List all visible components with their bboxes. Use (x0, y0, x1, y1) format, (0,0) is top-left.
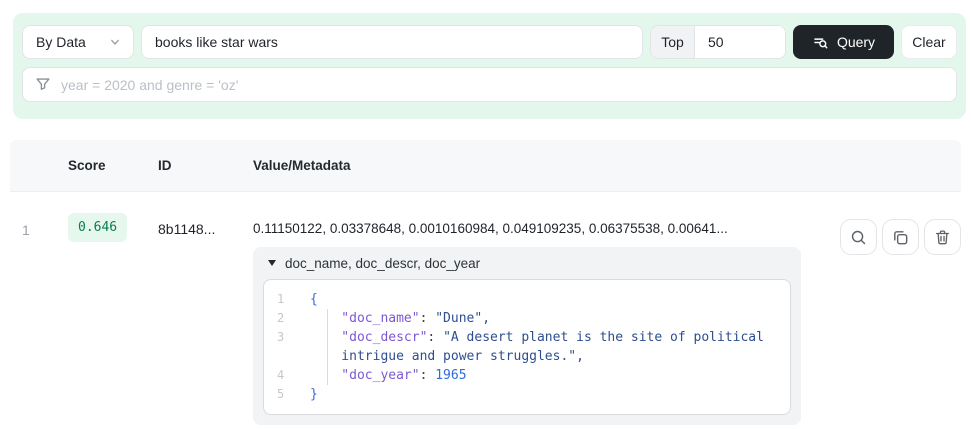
metadata-collapse-toggle[interactable]: doc_name, doc_descr, doc_year (263, 247, 791, 279)
top-k-label: Top (651, 26, 695, 58)
metadata-panel: doc_name, doc_descr, doc_year 1 { 2 "doc… (253, 247, 801, 425)
line-number: 5 (264, 385, 310, 404)
line-number (264, 347, 310, 366)
row-id: 8b1148... (158, 217, 253, 237)
results-table: Score ID Value/Metadata 1 0.646 8b1148..… (10, 140, 961, 425)
list-search-icon (812, 34, 829, 51)
query-button-label: Query (837, 34, 875, 50)
code-line: 4 "doc_year": 1965 (264, 366, 776, 385)
chevron-down-icon (107, 34, 123, 50)
copy-button[interactable] (882, 219, 919, 255)
line-number: 4 (264, 366, 310, 385)
table-header: Score ID Value/Metadata (10, 140, 961, 192)
query-controls-row: By Data Top Query Clear (22, 25, 957, 59)
filter-funnel-icon (34, 75, 52, 93)
copy-icon (891, 228, 910, 247)
clear-button[interactable]: Clear (901, 25, 957, 59)
query-panel: By Data Top Query Clear (13, 13, 966, 119)
query-mode-dropdown[interactable]: By Data (22, 25, 134, 59)
delete-button[interactable] (924, 219, 961, 255)
line-number: 1 (264, 290, 310, 309)
code-line: 3 "doc_descr": "A desert planet is the s… (264, 328, 776, 347)
triangle-down-icon (268, 260, 276, 266)
value-cell: 0.11150122, 0.03378648, 0.0010160984, 0.… (253, 217, 833, 425)
table-row: 1 0.646 8b1148... 0.11150122, 0.03378648… (10, 192, 961, 425)
code-line: 1 { (264, 290, 776, 309)
filter-input[interactable] (22, 67, 957, 102)
score-badge: 0.646 (68, 213, 127, 242)
row-actions (833, 219, 961, 255)
top-k-group: Top (650, 25, 786, 59)
query-mode-value: By Data (36, 34, 86, 50)
header-value-metadata: Value/Metadata (253, 158, 833, 173)
vector-value-preview: 0.11150122, 0.03378648, 0.0010160984, 0.… (253, 217, 833, 236)
header-id: ID (158, 158, 253, 173)
line-number: 2 (264, 309, 310, 328)
header-score: Score (68, 158, 158, 173)
query-button[interactable]: Query (793, 25, 894, 59)
filter-row (22, 67, 957, 102)
inspect-button[interactable] (840, 219, 877, 255)
magnifier-icon (849, 228, 868, 247)
indent-guide (327, 309, 328, 385)
code-line: 2 "doc_name": "Dune", (264, 309, 776, 328)
top-k-input[interactable] (695, 26, 785, 58)
trash-icon (933, 228, 952, 247)
metadata-fields-summary: doc_name, doc_descr, doc_year (285, 256, 480, 271)
code-line: 5 } (264, 385, 776, 404)
row-index: 1 (10, 217, 68, 238)
score-cell: 0.646 (68, 217, 158, 242)
line-number: 3 (264, 328, 310, 347)
json-code-block: 1 { 2 "doc_name": "Dune", 3 "doc_descr":… (263, 279, 791, 415)
search-input[interactable] (141, 25, 643, 59)
code-line-wrapped: intrigue and power struggles.", (264, 347, 776, 366)
clear-button-label: Clear (912, 34, 945, 50)
